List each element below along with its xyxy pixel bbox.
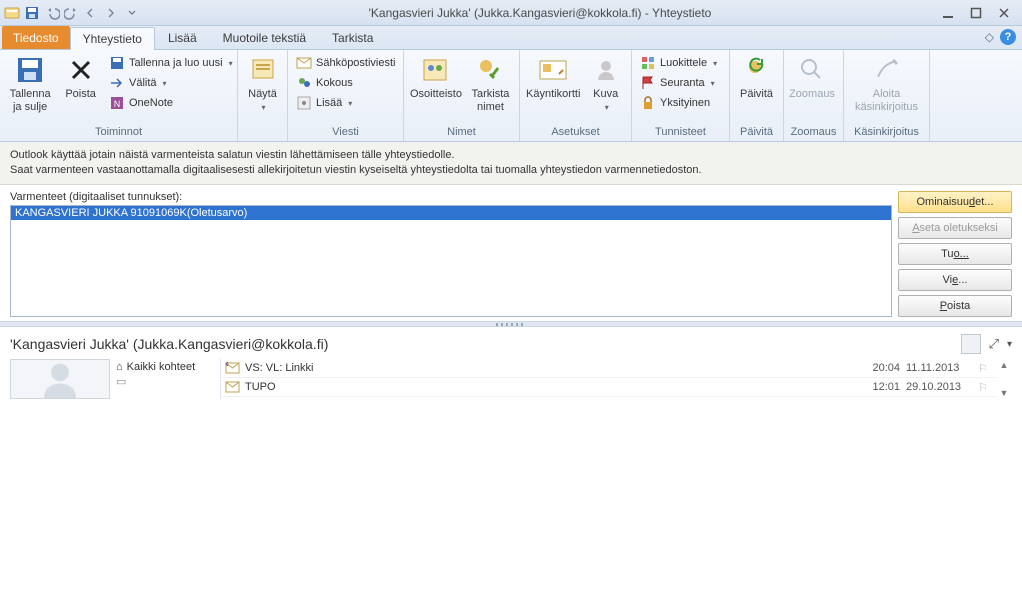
ribbon-collapse-icon[interactable]: ◇ [985,30,994,44]
certificates-label: Varmenteet (digitaaliset tunnukset): [10,191,892,203]
tab-format[interactable]: Muotoile tekstiä [210,26,319,49]
save-and-new-button[interactable]: Tallenna ja luo uusi▾ [105,54,233,72]
avatar-thumb [961,334,981,354]
home-icon: ⌂ [116,361,123,373]
business-card-label: Käyntikortti [526,88,580,101]
message-date: 11.11.2013 [906,362,978,374]
update-label: Päivitä [740,88,773,101]
group-label-toiminnot: Toiminnot [4,124,233,141]
addressbook-label: Osoitteisto [410,88,462,101]
envelope-icon [225,379,241,395]
onenote-button[interactable]: N OneNote [105,94,233,112]
remove-button[interactable]: Poista [898,295,1012,317]
flag-icon[interactable]: ⚐ [978,381,992,394]
all-items-label[interactable]: Kaikki kohteet [127,361,195,373]
message-row[interactable]: VS: VL: Linkki 20:04 11.11.2013 ⚐ [221,359,996,378]
svg-text:N: N [114,99,121,109]
group-label-asetukset: Asetukset [524,124,627,141]
meeting-button[interactable]: Kokous [292,74,400,92]
message-time: 20:04 [872,362,906,374]
maximize-icon[interactable] [968,5,984,21]
meeting-label: Kokous [316,77,353,89]
tab-file[interactable]: Tiedosto [2,26,70,49]
check-names-button[interactable]: Tarkista nimet [466,52,515,114]
email-message-label: Sähköpostiviesti [316,57,396,69]
forward-button[interactable]: Välitä▾ [105,74,233,92]
chevron-down-icon[interactable]: ▾ [1007,339,1012,350]
message-scrollbar[interactable]: ▲▼ [996,359,1012,399]
save-icon[interactable] [24,5,40,21]
group-label-paivita: Päivitä [734,124,779,141]
message-subject: TUPO [245,381,872,393]
message-subject: VS: VL: Linkki [245,362,872,374]
private-button[interactable]: Yksityinen [636,94,725,112]
preview-header: 'Kangasvieri Jukka' (Jukka.Kangasvieri@k… [10,336,961,352]
reply-envelope-icon [225,360,241,376]
zoom-button: Zoomaus [788,52,836,101]
close-icon[interactable] [996,5,1012,21]
business-card-button[interactable]: Käyntikortti [524,52,582,101]
window-title: 'Kangasvieri Jukka' (Jukka.Kangasvieri@k… [140,6,940,20]
forward-label: Välitä [129,77,157,89]
zoom-label: Zoomaus [789,88,835,101]
certificates-listbox[interactable]: KANGASVIERI JUKKA 91091069K(Oletusarvo) [10,205,892,317]
delete-label: Poista [65,88,96,101]
export-button[interactable]: Vie... [898,269,1012,291]
show-button[interactable]: Näytä ▾ [242,52,283,114]
message-date: 29.10.2013 [906,381,978,393]
onenote-label: OneNote [129,97,173,109]
delete-button[interactable]: Poista [58,52,103,101]
private-label: Yksityinen [660,97,710,109]
info-line-1: Outlook käyttää jotain näistä varmenteis… [10,148,1012,163]
more-label: Lisää [316,97,342,109]
more-button[interactable]: Lisää▾ [292,94,400,112]
minimize-icon[interactable] [940,5,956,21]
next-icon[interactable] [104,5,120,21]
group-label-tunnisteet: Tunnisteet [636,124,725,141]
certificate-row[interactable]: KANGASVIERI JUKKA 91091069K(Oletusarvo) [11,206,891,220]
set-default-button: Aseta oletukseksi [898,217,1012,239]
save-and-close-label: Tallenna ja sulje [10,88,51,114]
addressbook-button[interactable]: Osoitteisto [408,52,464,101]
message-row[interactable]: TUPO 12:01 29.10.2013 ⚐ [221,378,996,397]
avatar-large [10,359,110,399]
app-icon [4,5,20,21]
qat-dropdown-icon[interactable] [124,5,140,21]
prev-icon[interactable] [84,5,100,21]
picture-button[interactable]: Kuva ▾ [584,52,627,114]
update-button[interactable]: Päivitä [734,52,779,101]
redo-icon[interactable] [64,5,80,21]
group-label-zoomaus: Zoomaus [788,124,839,141]
properties-button[interactable]: Ominaisuudet... [898,191,1012,213]
help-icon[interactable]: ? [1000,29,1016,45]
categorize-button[interactable]: Luokittele▾ [636,54,725,72]
expand-icon[interactable]: ⤢ [989,336,999,352]
show-label: Näytä [248,88,277,101]
tab-insert[interactable]: Lisää [155,26,210,49]
info-line-2: Saat varmenteen vastaanottamalla digitaa… [10,163,1012,178]
group-label-kasinkirjoitus: Käsinkirjoitus [848,124,925,141]
check-names-label: Tarkista nimet [472,88,510,114]
tab-review[interactable]: Tarkista [319,26,386,49]
import-button[interactable]: Tuo... [898,243,1012,265]
group-label-viesti: Viesti [292,124,399,141]
tab-contact[interactable]: Yhteystieto [70,27,155,50]
group-label-nimet: Nimet [408,124,515,141]
undo-icon[interactable] [44,5,60,21]
flag-icon[interactable]: ⚐ [978,362,992,375]
save-and-close-button[interactable]: Tallenna ja sulje [4,52,56,114]
email-message-button[interactable]: Sähköpostiviesti [292,54,400,72]
start-inking-button: Aloita käsinkirjoitus [848,52,925,114]
categorize-label: Luokittele [660,57,707,69]
start-inking-label: Aloita käsinkirjoitus [855,88,918,114]
save-and-new-label: Tallenna ja luo uusi [129,57,223,69]
followup-button[interactable]: Seuranta▾ [636,74,725,92]
followup-label: Seuranta [660,77,705,89]
message-time: 12:01 [872,381,906,393]
picture-label: Kuva [593,88,618,101]
group-label-nayta [242,124,283,141]
folder-icon: ▭ [116,375,126,388]
